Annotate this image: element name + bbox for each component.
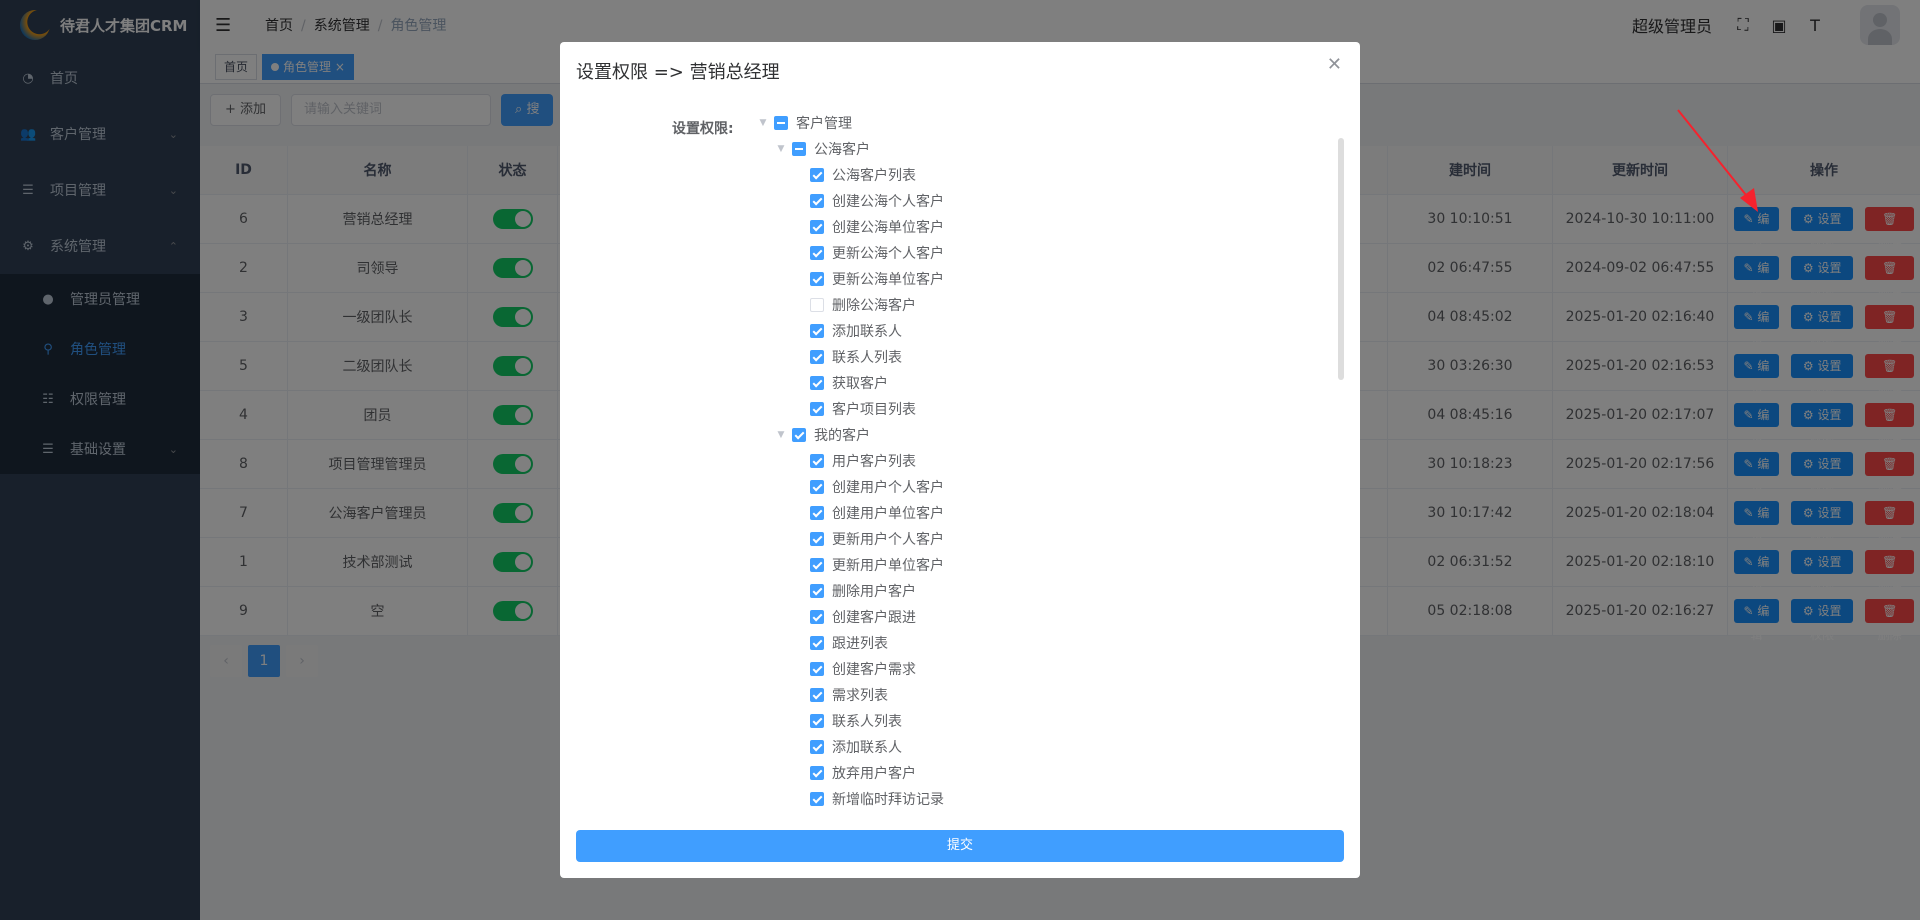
checkbox[interactable] — [810, 220, 824, 234]
tree-node[interactable]: 创建公海个人客户 — [756, 188, 1316, 214]
checkbox[interactable] — [810, 376, 824, 390]
tree-node-label: 用户客户列表 — [832, 454, 916, 470]
dialog-title: 设置权限 => 营销总经理 — [576, 62, 780, 83]
tree-node[interactable]: 更新用户单位客户 — [756, 552, 1316, 578]
checkbox[interactable] — [810, 272, 824, 286]
checkbox[interactable] — [810, 402, 824, 416]
tree-node-label: 跟进列表 — [832, 636, 888, 652]
caret-down-icon[interactable]: ▼ — [774, 430, 788, 440]
annotation-arrow-icon — [1677, 109, 1758, 212]
tree-node-label: 更新公海单位客户 — [832, 272, 944, 288]
scrollbar[interactable] — [1338, 138, 1344, 380]
tree-node-label: 公海客户 — [814, 142, 870, 158]
tree-node-label: 客户管理 — [796, 116, 852, 132]
tree-node[interactable]: 放弃用户客户 — [756, 760, 1316, 786]
form-label: 设置权限: — [672, 121, 734, 137]
tree-node-label: 创建公海个人客户 — [832, 194, 944, 210]
tree-node-label: 删除用户客户 — [832, 584, 916, 600]
tree-node-label: 放弃用户客户 — [832, 766, 916, 782]
tree-node[interactable]: 创建用户单位客户 — [756, 500, 1316, 526]
tree-node-label: 创建公海单位客户 — [832, 220, 944, 236]
tree-node[interactable]: 客户项目列表 — [756, 396, 1316, 422]
tree-node[interactable]: 创建客户需求 — [756, 656, 1316, 682]
checkbox[interactable] — [810, 168, 824, 182]
checkbox[interactable] — [810, 792, 824, 806]
tree-node-label: 创建客户需求 — [832, 662, 916, 678]
checkbox[interactable] — [810, 454, 824, 468]
permission-tree: ▼ 客户管理 ▼ 公海客户公海客户列表创建公海个人客户 创建公海单位客户 更新公海个人客户… — [756, 110, 1316, 812]
checkbox[interactable] — [810, 740, 824, 754]
tree-node[interactable]: 创建客户跟进 — [756, 604, 1316, 630]
checkbox[interactable] — [810, 350, 824, 364]
checkbox[interactable] — [810, 246, 824, 260]
tree-node[interactable]: 新增临时拜访记录 — [756, 786, 1316, 812]
tree-node[interactable]: 联系人列表 — [756, 708, 1316, 734]
tree-node[interactable]: 获取客户 — [756, 370, 1316, 396]
tree-node[interactable]: 更新公海单位客户 — [756, 266, 1316, 292]
tree-node[interactable]: 添加联系人 — [756, 734, 1316, 760]
tree-node-label: 创建用户个人客户 — [832, 480, 944, 496]
checkbox[interactable] — [792, 142, 806, 156]
tree-node[interactable]: 更新公海个人客户 — [756, 240, 1316, 266]
tree-node-label: 获取客户 — [832, 376, 888, 392]
tree-node[interactable]: ▼ 客户管理 — [756, 110, 1316, 136]
checkbox[interactable] — [810, 194, 824, 208]
tree-node-label: 更新用户个人客户 — [832, 532, 944, 548]
tree-node-label: 创建用户单位客户 — [832, 506, 944, 522]
checkbox[interactable] — [810, 714, 824, 728]
checkbox[interactable] — [810, 558, 824, 572]
tree-node[interactable]: 联系人列表 — [756, 344, 1316, 370]
caret-down-icon[interactable]: ▼ — [774, 144, 788, 154]
tree-node-label: 需求列表 — [832, 688, 888, 704]
tree-node-label: 添加联系人 — [832, 740, 902, 756]
close-icon[interactable]: ✕ — [1327, 54, 1342, 75]
checkbox[interactable] — [810, 298, 824, 312]
checkbox[interactable] — [810, 688, 824, 702]
checkbox[interactable] — [810, 506, 824, 520]
tree-node-label: 更新用户单位客户 — [832, 558, 944, 574]
tree-node[interactable]: 用户客户列表 — [756, 448, 1316, 474]
checkbox[interactable] — [810, 532, 824, 546]
permission-dialog: 设置权限 => 营销总经理 ✕ 设置权限: ▼ 客户管理 ▼ 公海客户 公海客户列表 创建… — [560, 42, 1360, 878]
submit-button[interactable]: 提交 — [576, 830, 1344, 862]
tree-node[interactable]: 跟进列表 — [756, 630, 1316, 656]
checkbox[interactable] — [810, 636, 824, 650]
tree-node-label: 删除公海客户 — [832, 298, 916, 314]
tree-node-label: 添加联系人 — [832, 324, 902, 340]
tree-node[interactable]: 创建公海单位客户 — [756, 214, 1316, 240]
tree-node[interactable]: ▼ 我的客户 — [756, 422, 1316, 448]
checkbox[interactable] — [810, 610, 824, 624]
tree-node[interactable]: 添加联系人 — [756, 318, 1316, 344]
tree-node[interactable]: 创建用户个人客户 — [756, 474, 1316, 500]
checkbox[interactable] — [774, 116, 788, 130]
tree-node-label: 联系人列表 — [832, 350, 902, 366]
tree-node-label: 联系人列表 — [832, 714, 902, 730]
dialog-body[interactable]: 设置权限: ▼ 客户管理 ▼ 公海客户公海客户列表创建公海个人客户 创建公海单位客户 更新… — [576, 98, 1344, 812]
tree-node[interactable]: ▼ 公海客户 — [756, 136, 1316, 162]
tree-node-label: 公海客户列表 — [832, 168, 916, 184]
tree-node[interactable]: 公海客户列表 — [756, 162, 1316, 188]
checkbox[interactable] — [810, 324, 824, 338]
tree-node[interactable]: 删除用户客户 — [756, 578, 1316, 604]
tree-node-label: 更新公海个人客户 — [832, 246, 944, 262]
tree-node-label: 创建客户跟进 — [832, 610, 916, 626]
tree-node-label: 我的客户 — [814, 428, 870, 444]
tree-node[interactable]: 更新用户个人客户 — [756, 526, 1316, 552]
checkbox[interactable] — [810, 662, 824, 676]
checkbox[interactable] — [792, 428, 806, 442]
tree-node-label: 客户项目列表 — [832, 402, 916, 418]
tree-node-label: 新增临时拜访记录 — [832, 792, 944, 808]
checkbox[interactable] — [810, 584, 824, 598]
tree-node[interactable]: 删除公海客户 — [756, 292, 1316, 318]
checkbox[interactable] — [810, 766, 824, 780]
caret-down-icon[interactable]: ▼ — [756, 118, 770, 128]
checkbox[interactable] — [810, 480, 824, 494]
tree-node[interactable]: 需求列表 — [756, 682, 1316, 708]
